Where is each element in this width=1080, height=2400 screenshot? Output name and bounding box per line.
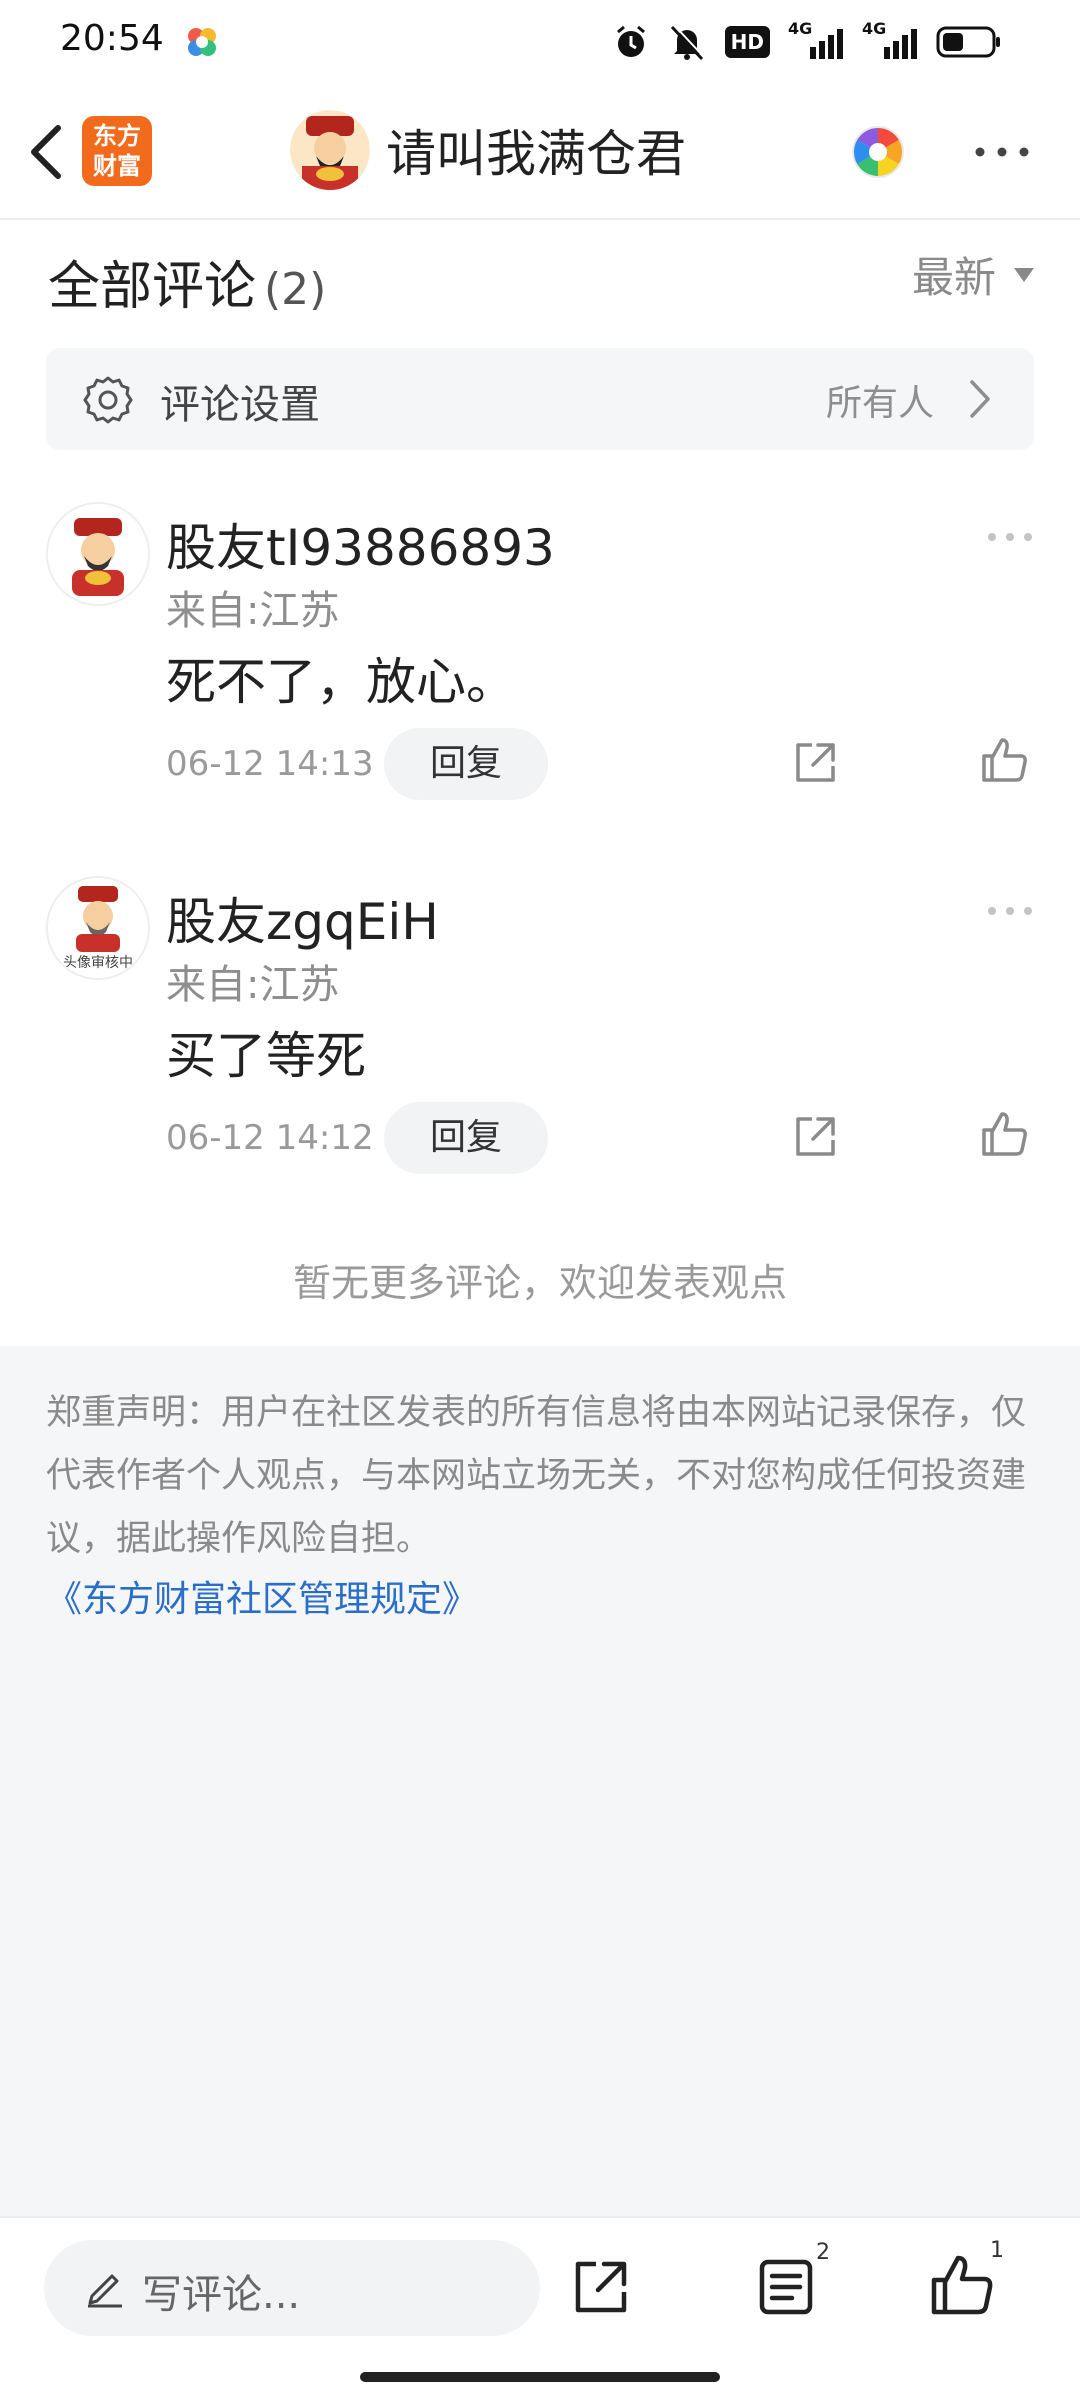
app-logo[interactable]: 东方财富 [82,116,152,186]
home-indicator[interactable] [360,2372,720,2382]
commenter-name[interactable]: 股友tI93886893 [166,508,555,580]
likes-count-badge: 1 [990,2238,1004,2263]
status-bar: 20:54 HD 4G 4G [0,0,1080,84]
status-icons: HD 4G 4G [613,19,1002,62]
status-time: 20:54 [60,18,164,59]
commenter-name[interactable]: 股友zgqEiH [166,882,439,954]
comment-item: 头像审核中 股友zgqEiH 来自:江苏 买了等死 06-12 14:12 回复 [0,876,1080,1206]
commenter-avatar[interactable] [46,502,150,606]
author-avatar[interactable] [290,110,370,190]
thumbs-up-icon[interactable] [980,1110,1028,1158]
community-rules-link[interactable]: 《东方财富社区管理规定》 [46,1570,478,1622]
alarm-icon [616,25,645,57]
fortune-god-avatar-icon [48,504,148,604]
signal-2: 4G [862,19,918,61]
color-wheel-icon[interactable] [850,124,906,180]
app-notification-icon [188,28,216,56]
comment-settings-value: 所有人 [825,383,934,424]
comments-title: 全部评论 [48,257,257,317]
reply-button[interactable]: 回复 [384,1102,548,1174]
sort-label: 最新 [911,253,996,302]
chevron-right-icon [970,380,990,418]
pencil-icon [88,2274,122,2308]
mute-bell-icon [670,24,705,61]
no-more-comments: 暂无更多评论，欢迎发表观点 [292,1261,787,1305]
write-comment-placeholder: 写评论... [142,2272,301,2318]
author-info[interactable]: 请叫我满仓君 [290,110,686,190]
comment-text: 死不了，放心。 [166,653,516,711]
reply-button[interactable]: 回复 [384,728,548,800]
fortune-god-avatar-icon [290,110,370,190]
comment-more-icon[interactable] [986,530,1034,544]
author-name[interactable]: 请叫我满仓君 [386,114,686,186]
share-icon[interactable] [570,2256,632,2318]
hd-badge: HD [724,26,770,58]
signal-bars-icon-2 [884,29,917,59]
back-arrow-icon[interactable] [22,120,72,184]
comments-count-badge: 2 [816,2240,830,2265]
signal-bars-icon [810,29,843,59]
disclaimer-panel: 郑重声明：用户在社区发表的所有信息将由本网站记录保存，仅代表作者个人观点，与本网… [0,1346,1080,2216]
share-icon[interactable] [792,1114,838,1160]
comment-settings-row[interactable]: 评论设置 所有人 [46,348,1034,450]
comment-settings-label: 评论设置 [160,382,320,428]
comments-list-icon[interactable] [756,2256,818,2318]
sort-dropdown[interactable]: 最新 [912,244,1034,305]
thumbs-up-icon[interactable] [980,736,1028,784]
bottom-action-bar: 写评论... 2 1 [0,2216,1080,2400]
disclaimer-text: 郑重声明：用户在社区发表的所有信息将由本网站记录保存，仅代表作者个人观点，与本网… [46,1393,1027,1559]
comment-text: 买了等死 [166,1027,366,1085]
signal-1: 4G [788,19,844,61]
avatar-review-caption: 头像审核中 [48,954,148,972]
app-logo-text: 东方财富 [93,122,141,180]
comment-time: 06-12 14:12 [166,1118,374,1158]
comment-time: 06-12 14:13 [166,744,374,784]
commenter-location: 来自:江苏 [166,962,340,1008]
top-nav-bar: 东方财富 请叫我满仓君 [0,84,1080,220]
battery-icon [936,26,1000,58]
gear-icon [83,376,133,424]
more-options-icon[interactable] [972,142,1032,162]
thumbs-up-icon[interactable] [928,2252,994,2318]
commenter-avatar[interactable]: 头像审核中 [46,876,150,980]
comment-more-icon[interactable] [986,904,1034,918]
comments-section-title: 全部评论 (2) [48,244,326,319]
caret-down-icon [1014,267,1034,282]
comments-count: (2) [264,264,327,315]
share-icon[interactable] [792,740,838,786]
write-comment-input[interactable]: 写评论... [44,2240,540,2336]
commenter-location: 来自:江苏 [166,588,340,634]
comment-item: 股友tI93886893 来自:江苏 死不了，放心。 06-12 14:13 回… [0,502,1080,832]
